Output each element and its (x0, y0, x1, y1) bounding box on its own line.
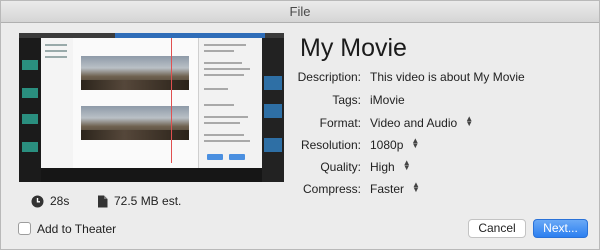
resolution-row: Resolution: (301, 137, 361, 153)
up-down-arrows-icon: ▲ ▼ (465, 114, 474, 128)
resolution-label: Resolution: (300, 138, 361, 152)
quality-row: Quality: (301, 159, 361, 175)
movie-preview-thumbnail (19, 33, 284, 182)
quality-value: High (370, 160, 395, 174)
document-icon (98, 195, 108, 208)
size-value: 72.5 MB est. (114, 194, 182, 208)
up-down-arrows-icon: ▲ ▼ (411, 136, 420, 150)
tags-label: Tags: (332, 93, 361, 107)
quality-label: Quality: (320, 160, 361, 174)
resolution-popup[interactable]: 1080p ▲ ▼ (370, 137, 419, 153)
format-value: Video and Audio (370, 116, 458, 130)
description-label: Description: (297, 70, 361, 84)
duration-stat: 28s (31, 193, 69, 209)
size-stat: 72.5 MB est. (97, 193, 181, 209)
up-down-arrows-icon: ▲ ▼ (412, 180, 420, 194)
format-label: Format: (319, 116, 361, 130)
compress-value: Faster (370, 182, 405, 196)
next-button[interactable]: Next... (533, 219, 588, 238)
tags-row: Tags: (301, 92, 361, 108)
compress-label: Compress: (302, 182, 361, 196)
add-to-theater-option[interactable]: Add to Theater (18, 222, 116, 236)
resolution-value: 1080p (370, 138, 404, 152)
add-to-theater-checkbox[interactable] (18, 222, 31, 235)
movie-title[interactable]: My Movie (300, 34, 407, 63)
cancel-button[interactable]: Cancel (468, 219, 526, 238)
format-popup[interactable]: Video and Audio ▲ ▼ (370, 115, 473, 131)
description-row: Description: (297, 69, 361, 85)
add-to-theater-label: Add to Theater (37, 222, 117, 236)
format-row: Format: (301, 115, 361, 131)
quality-popup[interactable]: High ▲ ▼ (370, 159, 411, 175)
tags-field[interactable]: iMovie (370, 92, 405, 108)
share-file-dialog: File 28s 72.5 MB est. My Movie Descripti… (0, 0, 600, 250)
description-field[interactable]: This video is about My Movie (370, 69, 525, 85)
up-down-arrows-icon: ▲ ▼ (402, 158, 411, 172)
clock-icon (31, 195, 44, 208)
duration-value: 28s (50, 194, 70, 208)
window-title: File (1, 1, 599, 23)
compress-row: Compress: (301, 181, 361, 197)
compress-popup[interactable]: Faster ▲ ▼ (370, 181, 420, 197)
